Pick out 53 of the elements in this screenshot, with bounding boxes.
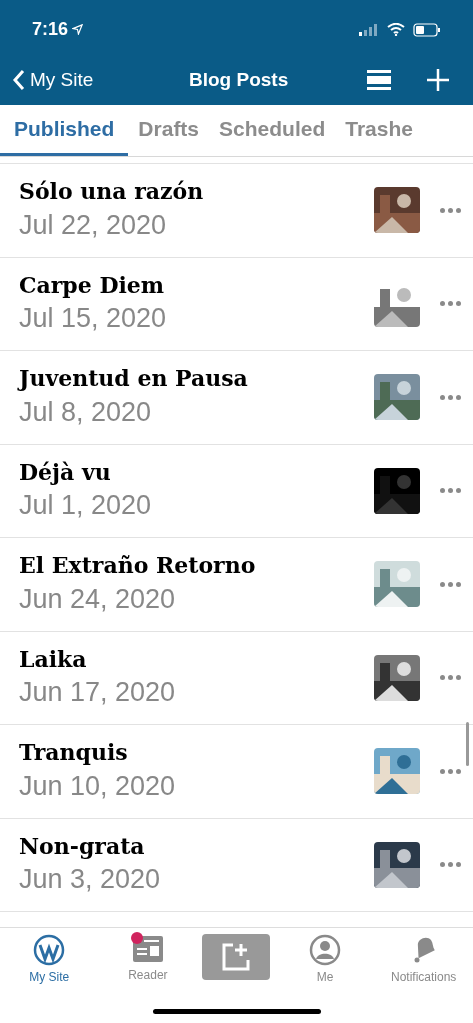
post-row[interactable]: El Extraño Retorno Jun 24, 2020: [0, 538, 473, 632]
back-button[interactable]: My Site: [12, 65, 94, 95]
add-icon[interactable]: [427, 69, 449, 91]
post-title: Déjà vu: [19, 458, 112, 487]
wifi-icon: [387, 23, 405, 36]
more-button[interactable]: [440, 675, 461, 681]
new-post-icon: [221, 942, 252, 972]
post-date: Jun 17, 2020: [19, 676, 177, 710]
post-title: Juventud en Pausa: [19, 365, 249, 393]
post-row[interactable]: Non-grata Jun 3, 2020: [0, 818, 473, 912]
compose-button[interactable]: [202, 934, 271, 980]
post-row[interactable]: Déjà vu Jul 1, 2020: [0, 444, 473, 538]
post-date: Jul 15, 2020: [19, 302, 168, 336]
post-title: El Extraño Retorno: [19, 552, 257, 580]
list-view-icon[interactable]: [367, 70, 391, 90]
post-date: Jun 3, 2020: [19, 863, 162, 897]
more-button[interactable]: [440, 581, 461, 587]
scroll-indicator: [466, 722, 469, 766]
more-button[interactable]: [440, 862, 461, 868]
status-time: 7:16: [32, 18, 69, 41]
tab-bar-item[interactable]: Notifications: [379, 934, 468, 986]
back-chevron-icon: [12, 69, 26, 91]
tab-bar-item[interactable]: Me: [281, 934, 370, 986]
post-row[interactable]: Carpe Diem Jul 15, 2020: [0, 257, 473, 351]
battery-icon: [413, 22, 441, 37]
person-icon: [309, 934, 342, 966]
post-title: Laika: [19, 645, 88, 674]
post-row[interactable]: Laika Jun 17, 2020: [0, 631, 473, 725]
more-button[interactable]: [440, 301, 461, 307]
location-arrow-icon: [72, 24, 84, 35]
post-title: Sólo una razón: [19, 178, 205, 206]
post-row[interactable]: Tranquis Jun 10, 2020: [0, 725, 473, 819]
post-date: Jul 22, 2020: [19, 208, 168, 242]
more-button[interactable]: [440, 207, 461, 213]
post-date: Jul 8, 2020: [19, 395, 153, 429]
more-button[interactable]: [440, 768, 461, 774]
post-date: Jun 24, 2020: [19, 582, 177, 616]
filter-tab[interactable]: Published: [0, 105, 129, 156]
more-button[interactable]: [440, 488, 461, 494]
post-date: Jul 1, 2020: [19, 489, 153, 523]
nav-title: Blog Posts: [189, 67, 289, 92]
wordpress-logo-icon: [33, 934, 66, 966]
post-title: Non-grata: [19, 832, 146, 861]
post-row[interactable]: Juventud en Pausa Jul 8, 2020: [0, 351, 473, 445]
post-title: Carpe Diem: [19, 271, 166, 300]
post-row[interactable]: Sólo una razón Jul 22, 2020: [0, 164, 473, 258]
tab-bar-item[interactable]: Reader: [103, 934, 192, 984]
signal-icon: [359, 23, 379, 36]
post-date: Jun 10, 2020: [19, 769, 177, 803]
newspaper-icon: [131, 934, 164, 964]
post-title: Tranquis: [19, 739, 129, 767]
tab-bar-item[interactable]: My Site: [5, 934, 94, 986]
more-button[interactable]: [440, 394, 461, 400]
